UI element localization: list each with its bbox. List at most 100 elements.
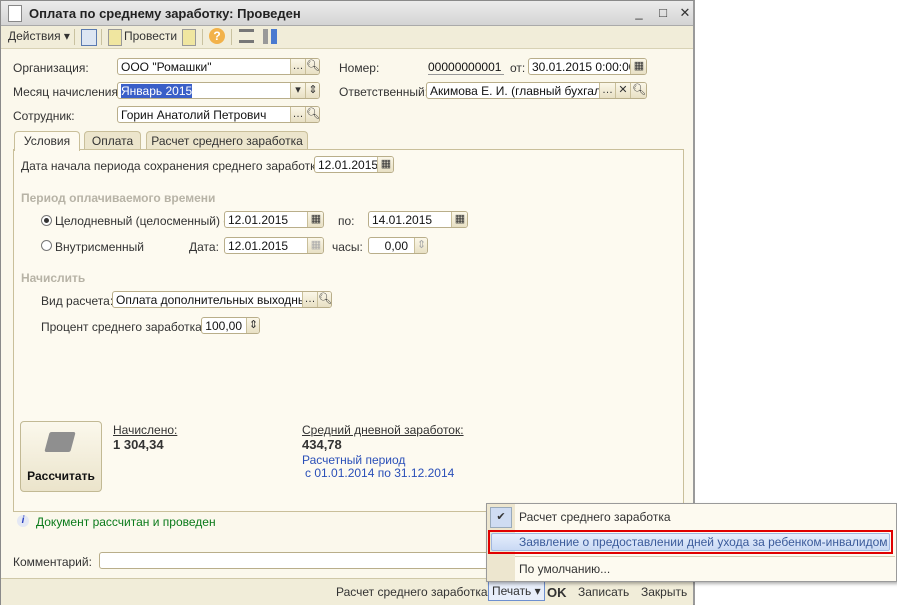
print-button[interactable]: Печать ▾ <box>488 581 545 601</box>
search-icon[interactable]: 🔍︎ <box>305 59 319 74</box>
ok-button[interactable]: OK <box>547 585 567 600</box>
responsible-value: Акимова Е. И. (главный бухгалтер) <box>430 84 624 98</box>
employee-value: Горин Анатолий Петрович <box>121 108 267 122</box>
fullday-from-field[interactable]: 12.01.2015 ▦ <box>224 211 324 228</box>
calc-type-field[interactable]: Оплата дополнительных выходных дней… 🔍︎ <box>112 291 332 308</box>
select-button[interactable]: … <box>290 59 305 74</box>
percent-field[interactable]: 100,00 ⇕ <box>201 317 260 334</box>
avg-earnings-link[interactable]: Средний дневной заработок: <box>302 423 464 437</box>
calendar-icon[interactable]: ▦ <box>307 212 323 227</box>
separator <box>231 29 232 45</box>
month-value: Январь 2015 <box>121 84 193 98</box>
menu-item-label: Заявление о предоставлении дней ухода за… <box>519 535 888 549</box>
org-field[interactable]: ООО "Ромашки" … 🔍︎ <box>117 58 320 75</box>
menu-item-avg-report[interactable]: ✔ Расчет среднего заработка <box>488 506 894 528</box>
hours-field[interactable]: 0,00 ⇕ <box>368 237 428 254</box>
title-bar: Оплата по среднему заработку: Проведен _… <box>1 1 693 26</box>
search-icon[interactable]: 🔍︎ <box>630 83 646 98</box>
period-line2: с 01.01.2014 по 31.12.2014 <box>305 466 455 480</box>
document-icon <box>8 5 22 22</box>
menu-item-default[interactable]: По умолчанию... <box>488 559 894 579</box>
select-button[interactable]: … <box>302 292 317 307</box>
number-label: Номер: <box>339 61 380 75</box>
responsible-field[interactable]: Акимова Е. И. (главный бухгалтер) … ✕ 🔍︎ <box>426 82 647 99</box>
separator <box>74 29 75 45</box>
intraday-date-label: Дата: <box>189 240 219 254</box>
calculate-button[interactable]: Рассчитать <box>20 421 102 492</box>
intraday-label: Внутрисменный <box>55 240 145 254</box>
menu-item-label: По умолчанию... <box>519 562 611 576</box>
search-icon[interactable]: 🔍︎ <box>305 107 319 122</box>
menu-item-childcare-statement[interactable]: Заявление о предоставлении дней ухода за… <box>488 530 893 554</box>
maximize-button[interactable]: □ <box>655 5 671 21</box>
post-and-close-icon[interactable] <box>81 29 97 46</box>
avg-earnings-value: 434,78 <box>302 437 342 452</box>
checkmark-icon: ✔ <box>490 507 512 528</box>
calc-type-label: Вид расчета: <box>41 294 114 308</box>
spinner-icon[interactable]: ⇕ <box>305 83 319 98</box>
separator <box>101 29 102 45</box>
period-line1: Расчетный период <box>302 453 406 467</box>
fullday-from-value: 12.01.2015 <box>228 213 289 227</box>
close-button[interactable]: ✕ <box>677 5 693 21</box>
list-settings-icon[interactable] <box>263 29 277 44</box>
org-value: ООО "Ромашки" <box>121 60 212 74</box>
spinner-icon[interactable]: ⇕ <box>246 318 259 333</box>
post-button[interactable]: Провести <box>124 29 177 43</box>
help-icon[interactable]: ? <box>209 28 225 44</box>
save-button[interactable]: Записать <box>578 585 629 599</box>
select-button[interactable]: … <box>290 107 305 122</box>
fullday-to-field[interactable]: 14.01.2015 ▦ <box>368 211 468 228</box>
number-field[interactable]: 00000000001 <box>428 60 504 75</box>
post-icon[interactable] <box>108 29 122 46</box>
fullday-radio[interactable] <box>41 215 52 226</box>
accrued-value: 1 304,34 <box>113 437 164 452</box>
to-label: по: <box>338 214 355 228</box>
actions-menu[interactable]: Действия ▾ <box>8 29 70 43</box>
calculate-label: Рассчитать <box>27 469 95 483</box>
accrued-link[interactable]: Начислено: <box>113 423 177 437</box>
spinner-icon[interactable]: ⇕ <box>414 238 427 253</box>
hours-value: 0,00 <box>384 239 408 253</box>
intraday-date-value: 12.01.2015 <box>228 239 289 253</box>
start-date-value: 12.01.2015 <box>318 158 379 172</box>
dropdown-icon[interactable]: ▾ <box>290 83 305 98</box>
month-label: Месяц начисления: <box>13 85 122 99</box>
select-button[interactable]: … <box>599 83 615 98</box>
calendar-icon[interactable]: ▦ <box>630 59 646 74</box>
date-label: от: <box>510 61 526 75</box>
org-label: Организация: <box>13 61 89 75</box>
toolbar: Действия ▾ Провести ? <box>1 26 693 49</box>
month-field[interactable]: Январь 2015 ▾ ⇕ <box>117 82 320 99</box>
info-icon: i <box>17 515 29 527</box>
calendar-icon[interactable]: ▦ <box>451 212 467 227</box>
bottom-bar: Расчет среднего заработка Печать ▾ OK За… <box>1 578 693 605</box>
comment-label: Комментарий: <box>13 555 92 569</box>
avg-report-button[interactable]: Расчет среднего заработка <box>336 585 488 599</box>
minimize-button[interactable]: _ <box>631 5 647 21</box>
search-icon[interactable]: 🔍︎ <box>317 292 331 307</box>
date-value: 30.01.2015 0:00:00 <box>532 60 636 74</box>
percent-label: Процент среднего заработка: <box>41 320 206 334</box>
structure-icon[interactable] <box>239 29 254 43</box>
employee-field[interactable]: Горин Анатолий Петрович … 🔍︎ <box>117 106 320 123</box>
tab-avg-earnings[interactable]: Расчет среднего заработка <box>146 131 308 150</box>
window-title: Оплата по среднему заработку: Проведен <box>29 6 301 21</box>
calc-type-value: Оплата дополнительных выходных дней <box>116 293 332 307</box>
start-date-field[interactable]: 12.01.2015 ▦ <box>314 156 394 173</box>
date-field[interactable]: 30.01.2015 0:00:00 ▦ <box>528 58 647 75</box>
period-heading: Период оплачиваемого времени <box>21 191 216 205</box>
intraday-radio[interactable] <box>41 240 52 251</box>
menu-separator <box>515 556 895 557</box>
close-form-button[interactable]: Закрыть <box>641 585 687 599</box>
calendar-icon[interactable]: ▦ <box>307 238 323 253</box>
calendar-icon[interactable]: ▦ <box>377 157 393 172</box>
start-date-label: Дата начала периода сохранения среднего … <box>21 159 326 173</box>
clear-icon[interactable]: ✕ <box>615 83 630 98</box>
intraday-date-field[interactable]: 12.01.2015 ▦ <box>224 237 324 254</box>
tab-payment[interactable]: Оплата <box>84 131 141 150</box>
employee-label: Сотрудник: <box>13 109 75 123</box>
tab-conditions[interactable]: Условия <box>14 131 80 151</box>
fullday-label: Целодневный (целосменный) с: <box>55 214 233 228</box>
cancel-posting-icon[interactable] <box>182 29 196 46</box>
